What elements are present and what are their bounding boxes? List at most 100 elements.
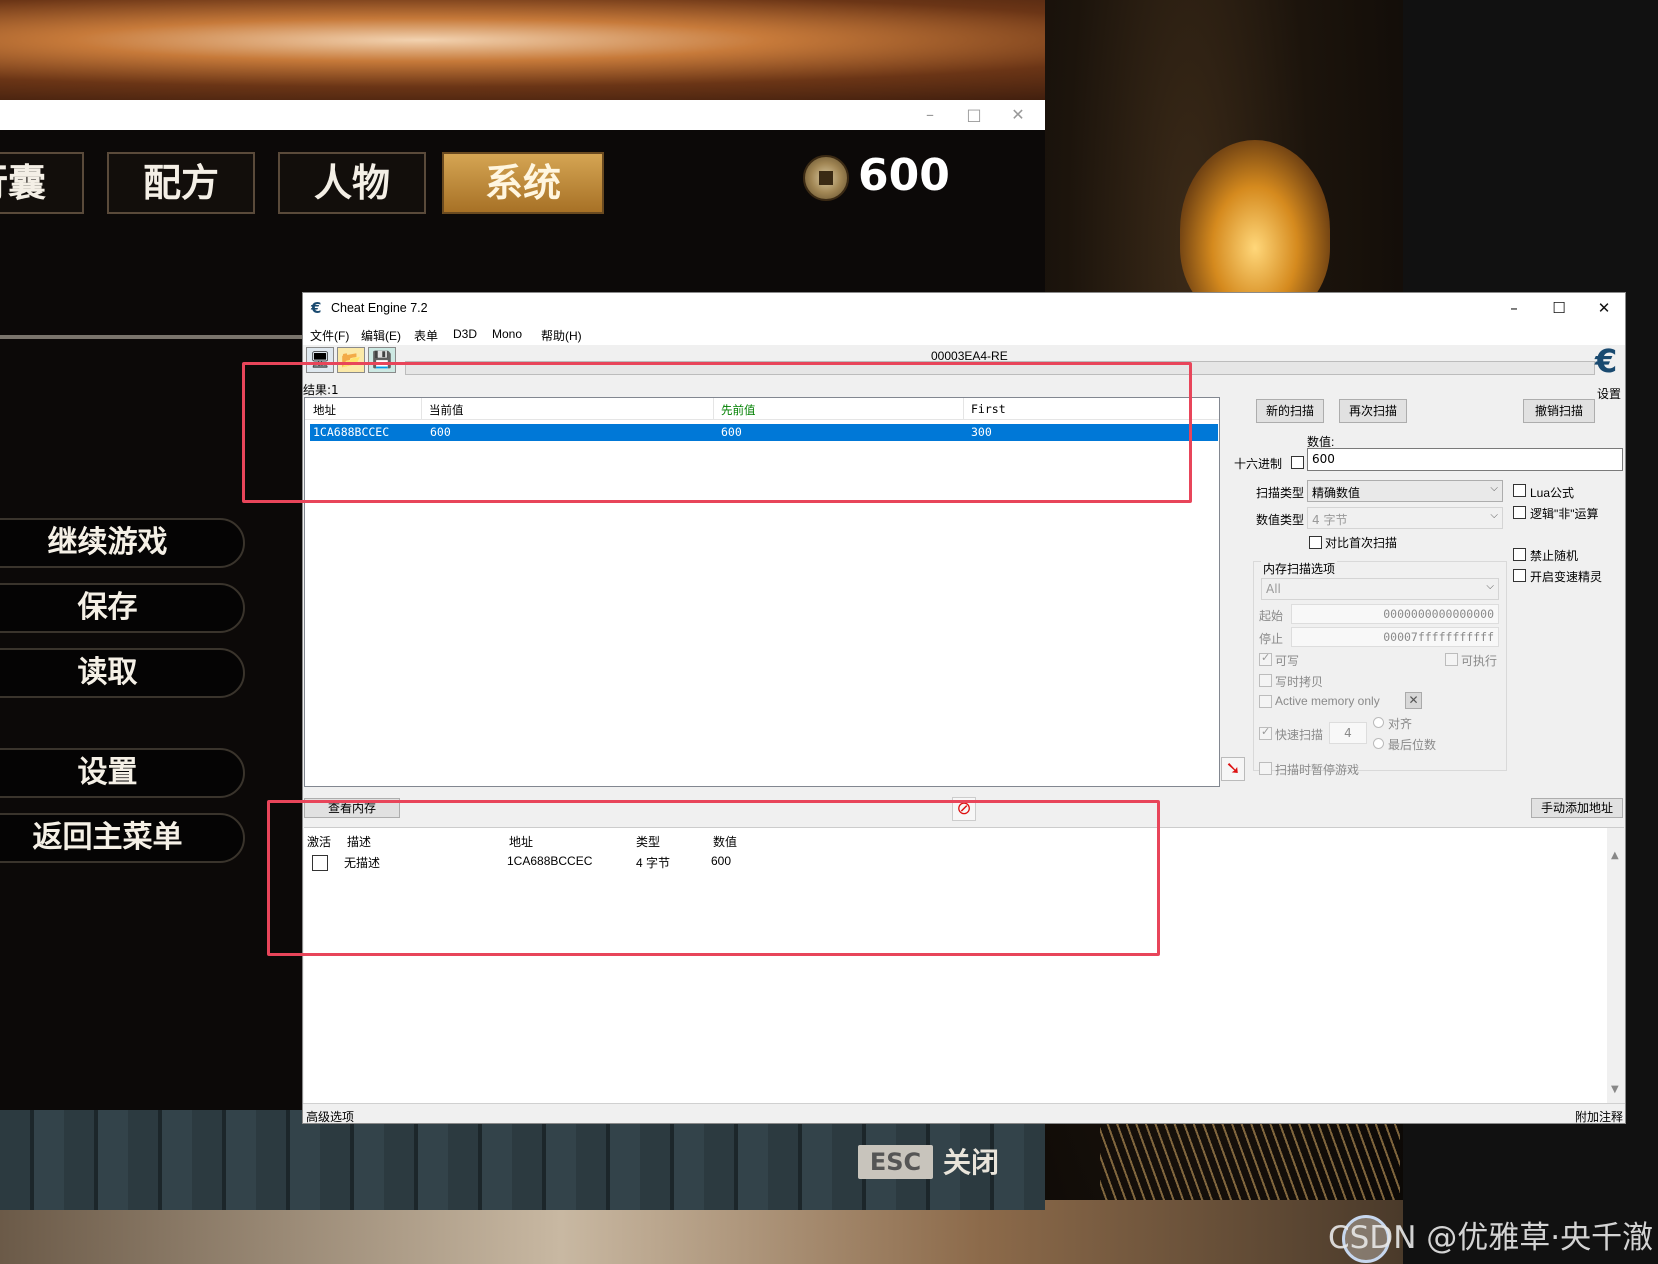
- scroll-up-icon[interactable]: ▲: [1611, 850, 1619, 861]
- stop-address-input[interactable]: 00007fffffffffff: [1291, 627, 1499, 647]
- col-address[interactable]: 地址: [313, 402, 336, 418]
- fast-scan-checkbox[interactable]: [1259, 725, 1272, 740]
- executable-label[interactable]: 可执行: [1461, 652, 1497, 669]
- active-memory-checkbox[interactable]: [1259, 695, 1272, 708]
- menu-mono[interactable]: Mono: [492, 327, 522, 341]
- writable-checkbox[interactable]: [1259, 651, 1272, 666]
- fast-scan-label[interactable]: 快速扫描: [1275, 726, 1323, 743]
- align-radio[interactable]: [1373, 717, 1384, 728]
- main-menu-button[interactable]: 返回主菜单: [0, 813, 245, 863]
- chevron-down-icon: ⌵: [1490, 510, 1498, 521]
- menu-edit[interactable]: 编辑(E): [361, 327, 401, 344]
- result-first: 300: [971, 425, 992, 439]
- copy-on-write-label[interactable]: 写时拷贝: [1275, 673, 1323, 690]
- new-scan-button[interactable]: 新的扫描: [1256, 399, 1324, 423]
- col-active[interactable]: 激活: [307, 833, 331, 850]
- value-type-label: 数值类型: [1256, 513, 1305, 527]
- menu-help[interactable]: 帮助(H): [541, 327, 582, 344]
- lua-formula-label[interactable]: Lua公式: [1530, 484, 1574, 501]
- minimize-icon[interactable]: –: [917, 104, 943, 126]
- menu-table[interactable]: 表单: [414, 327, 438, 344]
- value-type-select[interactable]: 4 字节 ⌵: [1307, 507, 1503, 529]
- settings-label[interactable]: 设置: [1597, 385, 1621, 402]
- cheat-engine-window: € Cheat Engine 7.2 – ☐ ✕ 文件(F) 编辑(E) 表单 …: [302, 292, 1626, 1124]
- col-first[interactable]: First: [971, 402, 1006, 416]
- close-icon[interactable]: ✕: [1581, 293, 1627, 323]
- tab-recipes[interactable]: 配方: [107, 152, 255, 214]
- start-address-input[interactable]: 0000000000000000: [1291, 604, 1499, 624]
- menu-d3d[interactable]: D3D: [453, 327, 477, 341]
- col-addr[interactable]: 地址: [509, 833, 533, 850]
- hex-checkbox[interactable]: [1291, 456, 1304, 469]
- scroll-down-icon[interactable]: ▼: [1611, 1084, 1619, 1095]
- cheat-engine-logo-icon: €: [311, 299, 322, 317]
- writable-label[interactable]: 可写: [1275, 652, 1299, 669]
- no-random-label[interactable]: 禁止随机: [1530, 547, 1578, 564]
- view-memory-button[interactable]: 查看内存: [304, 798, 400, 818]
- add-to-list-arrow-icon[interactable]: ➘: [1221, 757, 1245, 781]
- active-checkbox[interactable]: [312, 855, 328, 871]
- next-scan-button[interactable]: 再次扫描: [1339, 399, 1407, 423]
- compare-first-checkbox[interactable]: [1309, 536, 1322, 549]
- select-process-icon[interactable]: 🖥: [306, 347, 334, 373]
- chevron-down-icon: ⌵: [1490, 483, 1498, 494]
- continue-game-button[interactable]: 继续游戏: [0, 518, 245, 568]
- open-file-icon[interactable]: 📂: [337, 347, 365, 373]
- row-description: 无描述: [344, 856, 381, 870]
- compare-first-label[interactable]: 对比首次扫描: [1325, 534, 1397, 551]
- result-address: 1CA688BCCEC: [313, 425, 390, 439]
- address-list[interactable]: 激活 描述 地址 类型 数值 无描述 1CA688BCCEC 4 字节 600 …: [304, 827, 1624, 1104]
- minimize-icon[interactable]: –: [1491, 293, 1537, 323]
- pause-game-checkbox[interactable]: [1259, 762, 1272, 775]
- load-button[interactable]: 读取: [0, 648, 245, 698]
- speedhack-checkbox[interactable]: [1513, 569, 1526, 582]
- last-digits-label[interactable]: 最后位数: [1388, 736, 1436, 753]
- vertical-scrollbar[interactable]: ▲ ▼: [1607, 828, 1624, 1104]
- close-icon[interactable]: ✕: [1005, 104, 1031, 126]
- col-description[interactable]: 描述: [347, 833, 371, 850]
- tab-bag[interactable]: 行囊: [0, 152, 84, 214]
- memory-region-select[interactable]: All ⌵: [1261, 578, 1499, 600]
- add-comment-link[interactable]: 附加注释: [1575, 1108, 1623, 1125]
- logic-not-checkbox[interactable]: [1513, 506, 1526, 519]
- no-random-checkbox[interactable]: [1513, 548, 1526, 561]
- align-label[interactable]: 对齐: [1388, 715, 1412, 732]
- value-input[interactable]: 600: [1307, 448, 1623, 471]
- active-memory-label[interactable]: Active memory only: [1275, 694, 1380, 708]
- results-count: 结果:1: [303, 383, 339, 397]
- logic-not-label[interactable]: 逻辑"非"运算: [1530, 505, 1599, 522]
- advanced-options-link[interactable]: 高级选项: [306, 1108, 354, 1125]
- copy-on-write-checkbox[interactable]: [1259, 674, 1272, 687]
- undo-scan-button[interactable]: 撤销扫描: [1523, 399, 1595, 423]
- menu-file[interactable]: 文件(F): [310, 327, 349, 344]
- result-row[interactable]: 1CA688BCCEC 600 600 300: [310, 424, 1218, 441]
- lua-formula-checkbox[interactable]: [1513, 484, 1526, 497]
- window-title: Cheat Engine 7.2: [331, 301, 428, 315]
- col-previous-value[interactable]: 先前值: [721, 402, 756, 418]
- save-button[interactable]: 保存: [0, 583, 245, 633]
- clear-list-icon[interactable]: ⊘: [952, 797, 976, 821]
- tab-system[interactable]: 系统: [442, 152, 604, 214]
- add-address-manually-button[interactable]: 手动添加地址: [1531, 798, 1623, 818]
- executable-checkbox[interactable]: [1445, 653, 1458, 666]
- close-icon[interactable]: ✕: [1405, 692, 1422, 709]
- tab-characters[interactable]: 人物: [278, 152, 426, 214]
- esc-key-icon[interactable]: ESC: [858, 1145, 933, 1179]
- settings-button[interactable]: 设置: [0, 748, 245, 798]
- save-icon[interactable]: 💾: [368, 347, 396, 373]
- fast-scan-value-input[interactable]: 4: [1329, 722, 1367, 744]
- scan-type-select[interactable]: 精确数值 ⌵: [1307, 480, 1503, 502]
- menu-bar: 文件(F) 编辑(E) 表单 D3D Mono 帮助(H): [303, 323, 1625, 345]
- scan-results-list[interactable]: 地址 当前值 先前值 First 1CA688BCCEC 600 600 300: [304, 397, 1220, 787]
- col-value[interactable]: 数值: [713, 833, 737, 850]
- last-digits-radio[interactable]: [1373, 738, 1384, 749]
- col-current-value[interactable]: 当前值: [429, 402, 464, 418]
- speedhack-label[interactable]: 开启变速精灵: [1530, 568, 1602, 585]
- row-type: 4 字节: [636, 856, 671, 870]
- cheat-engine-settings-icon[interactable]: €: [1595, 343, 1625, 379]
- maximize-icon[interactable]: □: [961, 104, 987, 126]
- pause-game-label[interactable]: 扫描时暂停游戏: [1275, 761, 1359, 778]
- maximize-icon[interactable]: ☐: [1536, 293, 1582, 323]
- close-label[interactable]: 关闭: [943, 1141, 999, 1181]
- col-type[interactable]: 类型: [636, 833, 660, 850]
